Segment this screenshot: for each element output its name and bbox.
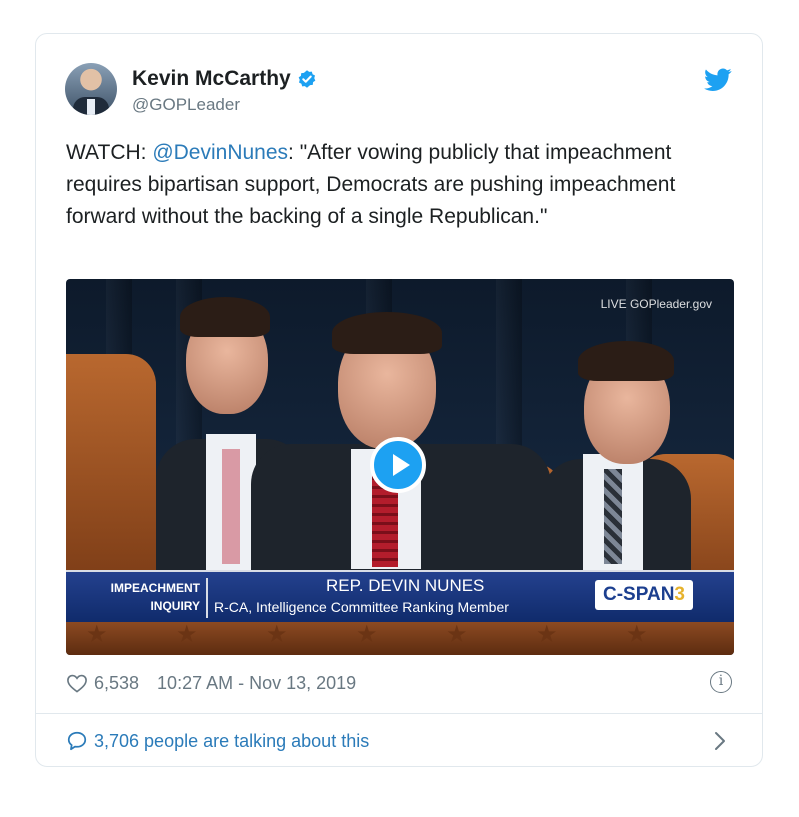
live-label: LIVE [600, 297, 627, 311]
video-chyron: IMPEACHMENT INQUIRY REP. DEVIN NUNES R-C… [66, 570, 734, 624]
network-name: C-SPAN [602, 584, 675, 605]
play-button[interactable] [370, 437, 426, 493]
desk-star: ★ [266, 621, 288, 648]
mention-link[interactable]: @DevinNunes [152, 141, 288, 164]
hearing-desk: ★ ★ ★ ★ ★ ★ ★ [66, 621, 734, 655]
twitter-bird-icon[interactable] [704, 68, 732, 92]
author-display-name[interactable]: Kevin McCarthy [132, 67, 291, 91]
tweet-timestamp[interactable]: 10:27 AM - Nov 13, 2019 [157, 673, 356, 694]
tweet-text: WATCH: @DevinNunes: "After vowing public… [66, 137, 726, 233]
leather-chair [66, 354, 156, 584]
chyron-subtitle: R-CA, Intelligence Committee Ranking Mem… [214, 599, 509, 615]
desk-star: ★ [446, 621, 468, 648]
desk-star: ★ [176, 621, 198, 648]
video-player[interactable]: LIVE GOPleader.gov IMPEACHMENT INQUIRY R… [66, 279, 734, 655]
network-logo: C-SPAN3 [595, 580, 693, 610]
desk-star: ★ [356, 621, 378, 648]
info-icon[interactable]: i [710, 671, 732, 693]
heart-icon[interactable] [66, 673, 88, 693]
chyron-tag-line1: IMPEACHMENT [110, 581, 200, 595]
network-number: 3 [674, 584, 685, 605]
chevron-right-icon[interactable] [714, 731, 726, 751]
conversation-text[interactable]: 3,706 people are talking about this [94, 731, 369, 752]
speech-bubble-icon [67, 731, 87, 751]
author-name-row[interactable]: Kevin McCarthy [132, 67, 317, 91]
desk-star: ★ [626, 621, 648, 648]
author-handle[interactable]: @GOPLeader [132, 95, 240, 115]
author-avatar[interactable] [65, 63, 117, 115]
desk-star: ★ [86, 621, 108, 648]
tweet-card: Kevin McCarthy @GOPLeader WATCH: @DevinN… [35, 33, 763, 767]
chyron-tag: IMPEACHMENT INQUIRY [66, 578, 208, 618]
watermark-text: GOPleader.gov [629, 297, 712, 311]
desk-star: ★ [536, 621, 558, 648]
tweet-text-prefix: WATCH: [66, 141, 153, 164]
divider [36, 713, 762, 714]
chyron-name: REP. DEVIN NUNES [326, 576, 485, 595]
verified-badge-icon [298, 70, 316, 88]
video-watermark: LIVE GOPleader.gov [601, 297, 712, 311]
conversation-link[interactable]: 3,706 people are talking about this [66, 730, 369, 752]
like-count[interactable]: 6,538 [94, 673, 139, 694]
tweet-meta: 6,538 10:27 AM - Nov 13, 2019 [66, 670, 356, 696]
chyron-tag-line2: INQUIRY [150, 599, 200, 613]
